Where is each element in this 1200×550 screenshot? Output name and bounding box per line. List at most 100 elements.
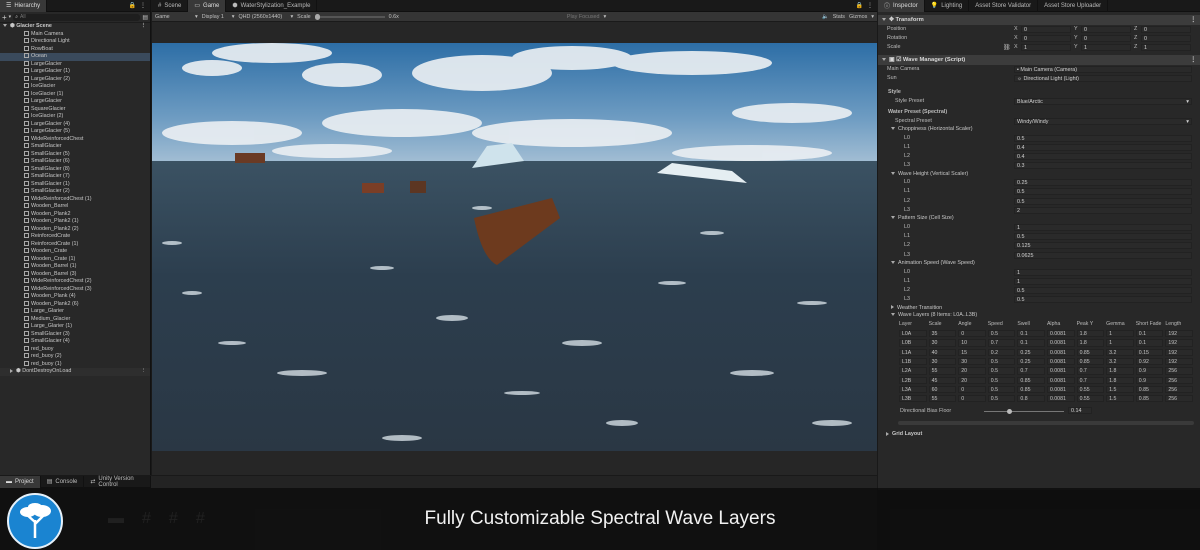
cell-field[interactable]: 0.55 [1076,395,1105,403]
cell-field[interactable]: 0.25 [1017,348,1045,356]
cell-field[interactable]: 45 [928,376,957,384]
sun-field[interactable]: ☼ Directional Light (Light) [1014,75,1192,82]
more-icon[interactable]: ⋮ [1190,15,1196,25]
cell-field[interactable]: 192 [1165,348,1193,356]
directional-bias-slider[interactable] [984,409,1064,415]
cell-field[interactable]: 0.0081 [1046,367,1075,375]
hierarchy-item[interactable]: Wooden_Plank2 (6) [0,301,150,309]
expand-icon[interactable] [3,24,7,28]
hierarchy-item[interactable]: LargeGlacier (4) [0,121,150,129]
cell-field[interactable]: L3A [899,385,927,394]
transform-z-field[interactable]: 0 [1141,35,1191,42]
level-value-field[interactable]: 1 [1014,223,1192,231]
tab-asset-uploader[interactable]: Asset Store Uploader [1038,0,1109,12]
hierarchy-item[interactable]: WideReinforcedChest [0,136,150,144]
hierarchy-item[interactable]: SmallGlacier (4) [0,338,150,346]
directional-bias-value[interactable]: 0.14 [1068,407,1092,415]
tab-scene[interactable]: # Scene [152,0,189,12]
hierarchy-item[interactable]: WideReinforcedChest (1) [0,196,150,204]
cell-field[interactable]: 0.85 [1076,348,1105,356]
cell-field[interactable]: 0.9 [1135,367,1164,375]
dontdestroy-menu-icon[interactable]: ⋮ [141,368,146,376]
hierarchy-search[interactable]: ⌕ All [13,13,141,21]
tab-asset-validator[interactable]: Asset Store Validator [969,0,1039,12]
group-header[interactable]: Choppiness (Horizontal Scaler) [878,126,1200,134]
transform-x-field[interactable]: 0 [1021,35,1071,42]
hierarchy-item[interactable]: Wooden_Crate (1) [0,256,150,264]
cell-field[interactable]: 0.85 [1135,385,1164,394]
scene-menu-icon[interactable]: ⋮ [141,23,146,31]
cell-field[interactable]: L2A [899,367,927,375]
wave-manager-header[interactable]: ▣ ☑ Wave Manager (Script) ⋮ [878,55,1200,65]
cell-field[interactable]: 60 [928,385,957,394]
cell-field[interactable]: 0.0081 [1046,376,1075,384]
cell-field[interactable]: 35 [928,330,957,338]
cell-field[interactable]: 0.5 [987,367,1016,375]
dropdown-icon[interactable]: ▾ [9,14,12,20]
directional-bias-handle[interactable] [1006,409,1012,415]
cell-field[interactable]: 0.7 [1076,376,1105,384]
cell-field[interactable]: 0.1 [1017,330,1045,338]
resolution-dropdown[interactable]: QHD (2560x1440) [238,14,286,20]
cell-field[interactable]: 0.85 [1017,385,1045,394]
hierarchy-item[interactable]: LargeGlacier (5) [0,128,150,136]
hierarchy-item[interactable]: LargeGlacier (1) [0,68,150,76]
transform-x-field[interactable]: 1 [1021,44,1071,51]
level-value-field[interactable]: 0.0625 [1014,251,1192,259]
hierarchy-item[interactable]: Wooden_Barrel (1) [0,263,150,271]
cell-field[interactable]: L1B [899,357,927,366]
hierarchy-item[interactable]: Wooden_Barrel [0,203,150,211]
tab-version-control[interactable]: ⇄ Unity Version Control [84,475,151,488]
cell-field[interactable]: 20 [958,376,986,384]
cell-field[interactable]: 40 [928,348,957,356]
wave-layers-row[interactable]: Wave Layers (8 Items: L0A..L3B) [878,312,1200,320]
more-icon[interactable]: ⋮ [867,2,873,9]
hierarchy-item[interactable]: red_buoy (1) [0,361,150,369]
grid-layout-row[interactable]: Grid Layout [878,431,1200,439]
transform-y-field[interactable]: 0 [1081,35,1131,42]
horizontal-scrollbar[interactable] [898,421,1194,426]
mute-icon[interactable]: 🔈 [822,14,829,20]
cell-field[interactable]: 0.5 [987,357,1016,366]
hierarchy-item[interactable]: SmallGlacier (7) [0,173,150,181]
cell-field[interactable]: 3.2 [1106,348,1134,356]
hierarchy-item[interactable]: SmallGlacier (3) [0,331,150,339]
cell-field[interactable]: 0.0081 [1046,339,1075,347]
cell-field[interactable]: 0.7 [1017,367,1045,375]
cell-field[interactable]: 15 [958,348,986,356]
transform-z-field[interactable]: 0 [1141,26,1191,33]
level-value-field[interactable]: 0.5 [1014,134,1192,142]
cell-field[interactable]: 0.15 [1135,348,1164,356]
cell-field[interactable]: 0.0081 [1046,395,1075,403]
level-value-field[interactable]: 0.5 [1014,287,1192,295]
dontdestroy-row[interactable]: ⬢ DontDestroyOnLoad ⋮ [0,368,150,376]
hierarchy-item[interactable]: red_buoy [0,346,150,354]
scale-slider-handle[interactable] [314,13,320,20]
hierarchy-item[interactable]: SmallGlacier (8) [0,166,150,174]
hierarchy-item[interactable]: SquareGlacier [0,106,150,114]
cell-field[interactable]: 0.8 [1017,395,1045,403]
group-header[interactable]: Wave Height (Vertical Scaler) [878,171,1200,179]
cell-field[interactable]: 256 [1165,376,1193,384]
cell-field[interactable]: L0B [899,339,927,347]
cell-field[interactable]: 0 [958,330,986,338]
expand-icon[interactable] [882,57,886,61]
cell-field[interactable]: 20 [958,367,986,375]
cell-field[interactable]: 0.1 [1135,339,1164,347]
hierarchy-item[interactable]: Wooden_Plank2 (1) [0,218,150,226]
cell-field[interactable]: 1 [1106,339,1134,347]
hierarchy-item[interactable]: Large_Glarier [0,308,150,316]
cell-field[interactable]: 256 [1165,395,1193,403]
cell-field[interactable]: 0.25 [1017,357,1045,366]
tab-hierarchy[interactable]: ☰ Hierarchy [0,0,48,12]
level-value-field[interactable]: 0.4 [1014,143,1192,151]
cell-field[interactable]: 30 [928,339,957,347]
level-value-field[interactable]: 1 [1014,277,1192,285]
hierarchy-item[interactable]: Large_Glarier (1) [0,323,150,331]
style-preset-dropdown[interactable]: Blue/Arctic ▾ [1014,98,1192,105]
level-value-field[interactable]: 0.125 [1014,242,1192,250]
hierarchy-item[interactable]: SmallGlacier (6) [0,158,150,166]
hierarchy-item[interactable]: WideReinforcedChest (2) [0,278,150,286]
cell-field[interactable]: 192 [1165,339,1193,347]
level-value-field[interactable]: 0.5 [1014,188,1192,196]
